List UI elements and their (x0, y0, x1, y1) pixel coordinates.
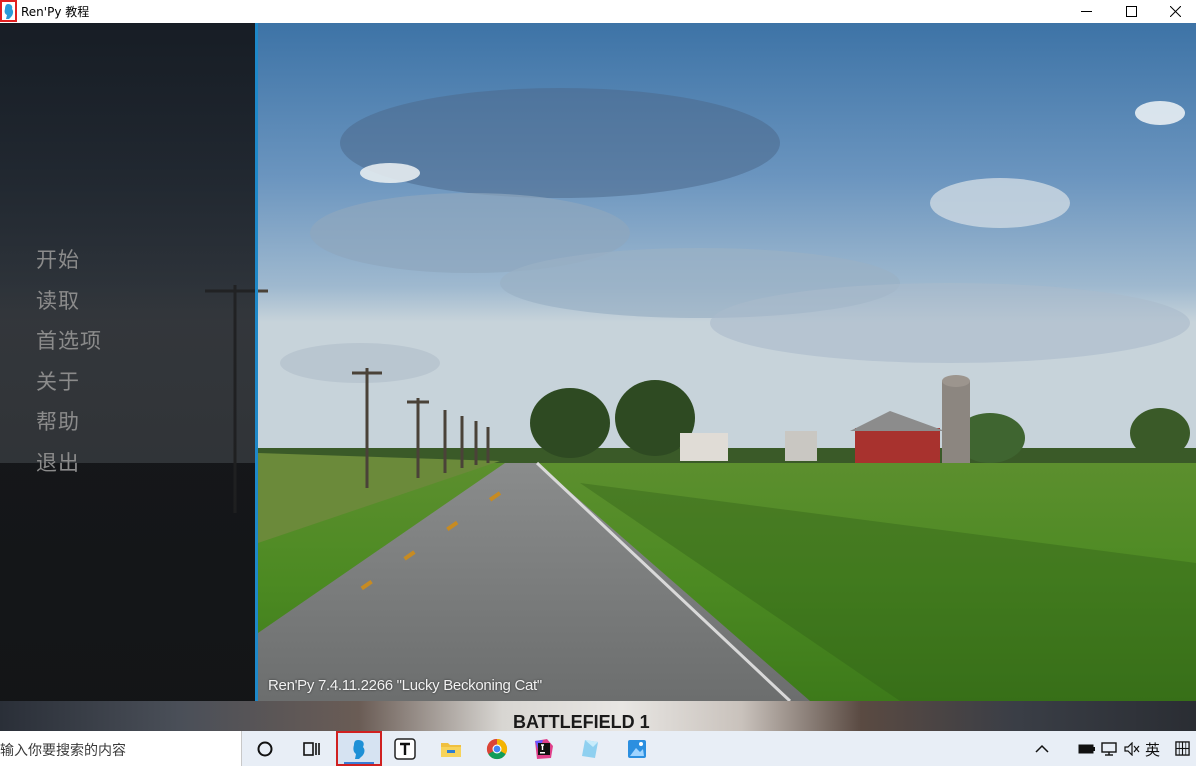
volume-button[interactable] (1122, 731, 1142, 766)
task-view-button[interactable] (288, 731, 334, 766)
active-indicator (344, 762, 374, 764)
close-icon (1169, 6, 1181, 17)
taskbar-app-typora[interactable] (382, 731, 428, 766)
input-method-indicator[interactable]: 英 (1145, 739, 1160, 760)
taskbar: 输入你要搜索的内容 英 (0, 731, 1196, 766)
taskbar-app-file-explorer[interactable] (428, 731, 474, 766)
taskbar-app-chrome[interactable] (474, 731, 520, 766)
menu-item-load[interactable]: 读取 (36, 285, 102, 326)
cortana-button[interactable] (242, 731, 288, 766)
battery-button[interactable] (1077, 731, 1097, 766)
ime-mode-button[interactable] (1172, 731, 1192, 766)
battery-icon (1078, 744, 1095, 753)
file-explorer-icon (441, 742, 461, 757)
game-main-menu: 开始 读取 首选项 关于 帮助 退出 Ren'Py 7.4.11.2266 "L… (0, 23, 1196, 701)
photos-icon (628, 739, 646, 758)
window-title: Ren'Py 教程 (21, 5, 90, 19)
minimize-icon (1080, 11, 1092, 12)
renpy-icon (353, 739, 365, 759)
network-button[interactable] (1100, 731, 1120, 766)
cortana-circle-icon (257, 741, 273, 756)
show-hidden-icons-button[interactable] (1031, 731, 1053, 766)
taskbar-search-box[interactable]: 输入你要搜索的内容 (0, 731, 242, 766)
version-label: Ren'Py 7.4.11.2266 "Lucky Beckoning Cat" (268, 677, 542, 694)
renpy-app-icon[interactable] (0, 0, 17, 22)
jetbrains-icon (535, 738, 553, 759)
taskbar-app-renpy[interactable] (336, 731, 382, 766)
app-icon (582, 739, 598, 758)
chevron-up-icon (1035, 744, 1049, 753)
taskbar-app[interactable] (567, 731, 613, 766)
typora-icon (394, 737, 416, 760)
menu-item-preferences[interactable]: 首选项 (36, 325, 102, 366)
menu-item-quit[interactable]: 退出 (36, 447, 102, 488)
network-monitor-icon (1101, 741, 1117, 756)
menu-divider (255, 23, 258, 701)
search-placeholder: 输入你要搜索的内容 (0, 743, 126, 759)
main-menu: 开始 读取 首选项 关于 帮助 退出 (36, 244, 102, 487)
maximize-icon (1125, 6, 1137, 17)
grid-icon (1174, 741, 1190, 756)
minimize-button[interactable] (1064, 0, 1108, 23)
volume-muted-icon (1124, 741, 1140, 756)
taskbar-app-photos[interactable] (614, 731, 660, 766)
menu-item-help[interactable]: 帮助 (36, 406, 102, 447)
menu-item-start[interactable]: 开始 (36, 244, 102, 285)
close-button[interactable] (1153, 0, 1196, 23)
task-view-icon (303, 741, 320, 756)
maximize-button[interactable] (1109, 0, 1153, 23)
window-titlebar: Ren'Py 教程 (0, 0, 1196, 23)
menu-item-about[interactable]: 关于 (36, 366, 102, 407)
wallpaper-title: BATTLEFIELD 1 (513, 712, 650, 731)
taskbar-app-jetbrains[interactable] (521, 731, 567, 766)
desktop-wallpaper: BATTLEFIELD 1 (0, 701, 1196, 731)
chrome-icon (486, 738, 508, 759)
